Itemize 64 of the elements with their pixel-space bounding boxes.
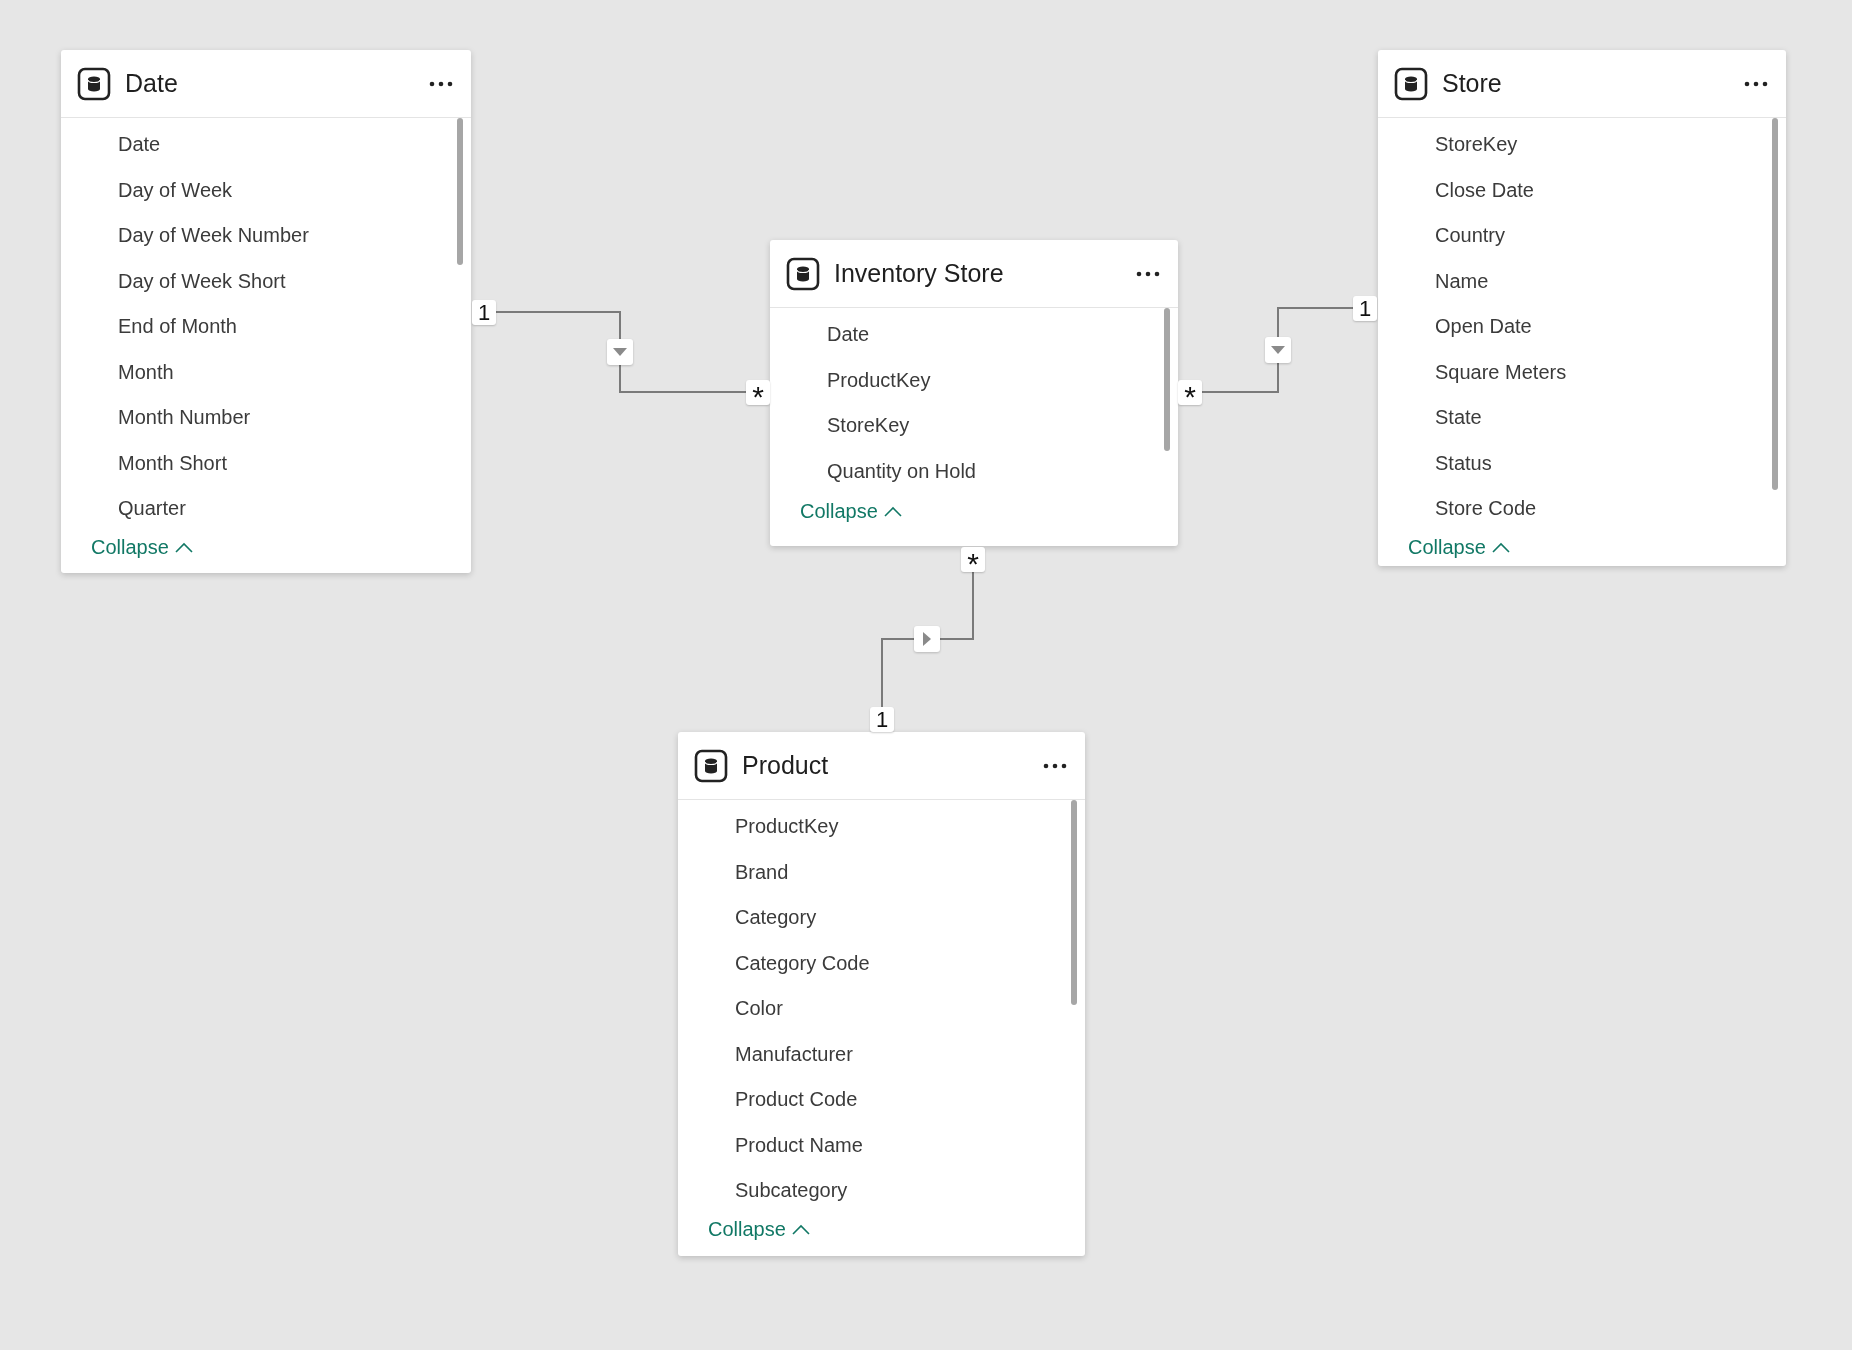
field-name[interactable]: Month [61, 349, 471, 395]
field-name[interactable]: Manufacturer [678, 1031, 1085, 1077]
field-name[interactable]: Category Code [678, 940, 1085, 986]
field-name[interactable]: Close Date [1378, 167, 1786, 213]
field-name[interactable]: Country [1378, 213, 1786, 259]
field-name[interactable]: State [1378, 395, 1786, 441]
scrollbar[interactable] [1071, 800, 1077, 1005]
filter-direction-icon[interactable] [914, 626, 940, 652]
table-title: Inventory Store [834, 259, 1005, 288]
field-name[interactable]: Product Name [678, 1122, 1085, 1168]
field-name[interactable]: Open Date [1378, 304, 1786, 350]
collapse-link[interactable]: Collapse [91, 536, 193, 559]
scrollbar[interactable] [1772, 118, 1778, 490]
collapse-link[interactable]: Collapse [1408, 536, 1510, 559]
field-name[interactable]: StoreKey [770, 403, 1178, 449]
table-title: Product [742, 751, 830, 780]
table-icon [1394, 66, 1428, 101]
field-name[interactable]: Day of Week [61, 167, 471, 213]
table-icon [694, 748, 728, 783]
field-name[interactable]: Store Code [1378, 486, 1786, 532]
field-name[interactable]: StoreKey [1378, 122, 1786, 168]
field-name[interactable]: Brand [678, 849, 1085, 895]
more-options-icon[interactable] [429, 80, 453, 87]
filter-direction-icon[interactable] [607, 339, 633, 365]
table-icon [77, 66, 111, 101]
scrollbar[interactable] [1164, 308, 1170, 451]
scrollbar[interactable] [457, 118, 463, 265]
field-name[interactable]: ProductKey [770, 357, 1178, 403]
collapse-link[interactable]: Collapse [800, 500, 902, 523]
table-icon [786, 256, 820, 291]
field-name[interactable]: ProductKey [678, 804, 1085, 850]
field-name[interactable]: Square Meters [1378, 349, 1786, 395]
chevron-up-icon [791, 1224, 810, 1235]
table-title: Store [1442, 69, 1503, 98]
field-name[interactable]: Status [1378, 440, 1786, 486]
cardinality-label: * [961, 547, 985, 572]
field-name[interactable]: Date [770, 312, 1178, 358]
chevron-up-icon [1491, 542, 1510, 553]
field-name[interactable]: Date [61, 122, 471, 168]
cardinality-label: 1 [870, 707, 894, 732]
field-name[interactable]: End of Month [61, 304, 471, 350]
field-name[interactable]: Day of Week Short [61, 258, 471, 304]
collapse-link[interactable]: Collapse [708, 1218, 810, 1241]
cardinality-label: 1 [1353, 296, 1377, 321]
cardinality-label: * [746, 380, 770, 405]
field-name[interactable]: Month Number [61, 395, 471, 441]
field-name[interactable]: Day of Week Number [61, 213, 471, 259]
field-name[interactable]: Quantity on Hold [770, 448, 1178, 494]
cardinality-label: 1 [472, 300, 496, 325]
cardinality-label: * [1178, 380, 1202, 405]
field-name[interactable]: Product Code [678, 1077, 1085, 1123]
field-name[interactable]: Category [678, 895, 1085, 941]
filter-direction-icon[interactable] [1265, 337, 1291, 363]
field-name[interactable]: Quarter [61, 486, 471, 532]
table-title: Date [125, 69, 179, 98]
field-name[interactable]: Month Short [61, 440, 471, 486]
more-options-icon[interactable] [1043, 762, 1067, 769]
field-name[interactable]: Subcategory [678, 1168, 1085, 1214]
chevron-up-icon [174, 542, 193, 553]
chevron-up-icon [883, 506, 902, 517]
field-name[interactable]: Name [1378, 258, 1786, 304]
more-options-icon[interactable] [1136, 270, 1160, 277]
more-options-icon[interactable] [1744, 80, 1768, 87]
field-name[interactable]: Color [678, 986, 1085, 1032]
